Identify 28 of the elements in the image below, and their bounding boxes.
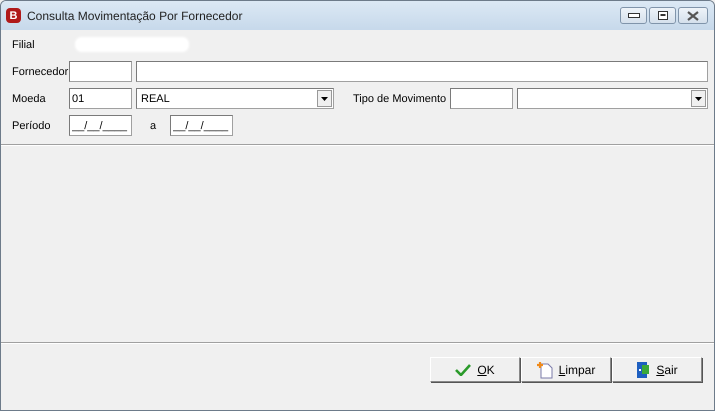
input-field[interactable] (450, 88, 513, 109)
field-label: Fornecedor (12, 66, 69, 78)
field-label: a (150, 120, 156, 132)
close-icon (686, 10, 700, 20)
door-icon (636, 360, 650, 378)
date-field[interactable]: __/__/____ (170, 115, 234, 136)
field-label: Período (12, 120, 52, 132)
window-title: Consulta Movimentação Por Fornecedor (27, 8, 244, 22)
input-field[interactable]: 01 (69, 88, 132, 109)
maximize-button[interactable] (649, 7, 676, 24)
field-label: Filial (12, 38, 36, 50)
dropdown[interactable] (517, 88, 708, 109)
input-field[interactable] (69, 61, 132, 82)
clear-button[interactable]: Limpar (521, 357, 611, 382)
minimize-icon (628, 12, 640, 18)
checkmark-icon (455, 364, 472, 376)
field-label: Tipo de Movimento (353, 92, 448, 104)
exit-button[interactable]: Sair (612, 357, 702, 382)
dropdown[interactable]: REAL (136, 88, 334, 109)
app-logo: B (6, 8, 21, 23)
input-field[interactable] (136, 61, 708, 82)
close-button[interactable] (678, 7, 708, 24)
minimize-button[interactable] (620, 7, 647, 24)
new-document-icon (536, 360, 553, 378)
date-field[interactable]: __/__/____ (69, 115, 132, 136)
ok-button[interactable]: OK (430, 357, 520, 382)
maximize-icon (658, 11, 668, 20)
field-label: Moeda (12, 92, 47, 104)
